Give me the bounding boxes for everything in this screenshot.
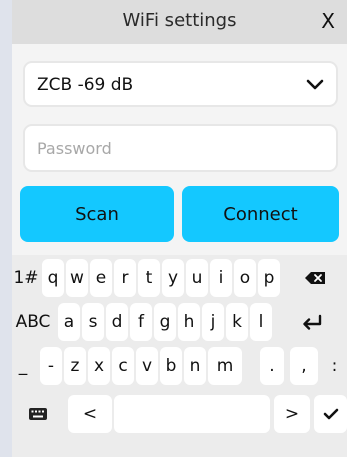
key-abc[interactable]: ABC [12,303,54,341]
key-i[interactable]: i [210,259,232,297]
key-d[interactable]: d [106,303,128,341]
key-h[interactable]: h [178,303,200,341]
key-p[interactable]: p [258,259,280,297]
key-f[interactable]: f [130,303,152,341]
on-screen-keyboard: 1# q w e r t y u i o p ABC a s d f g h j… [12,255,347,457]
key-left[interactable]: < [68,395,112,433]
wifi-settings-panel: WiFi settings X ZCB -69 dB Scan Connect … [12,0,347,457]
key-underscore[interactable]: _ [12,347,34,385]
page-title: WiFi settings [122,10,237,31]
key-symbols[interactable]: 1# [12,259,40,297]
key-c[interactable]: c [112,347,134,385]
backspace-key[interactable] [282,259,347,297]
key-space[interactable] [114,395,270,433]
key-o[interactable]: o [234,259,256,297]
password-field[interactable] [23,124,338,172]
key-colon[interactable]: : [322,347,347,385]
keyboard-toggle-key[interactable] [12,395,64,433]
chevron-down-icon [306,77,324,91]
scan-button[interactable]: Scan [20,186,174,242]
key-w[interactable]: w [66,259,88,297]
key-e[interactable]: e [90,259,112,297]
backspace-icon [304,271,326,285]
key-r[interactable]: r [114,259,136,297]
checkmark-icon [323,408,339,420]
key-b[interactable]: b [160,347,182,385]
key-period[interactable]: . [260,347,284,385]
key-x[interactable]: x [88,347,110,385]
key-u[interactable]: u [186,259,208,297]
enter-icon [301,314,323,330]
key-n[interactable]: n [184,347,206,385]
connect-button[interactable]: Connect [182,186,339,242]
ok-key[interactable] [314,395,347,433]
key-l[interactable]: l [250,303,272,341]
key-s[interactable]: s [82,303,104,341]
key-k[interactable]: k [226,303,248,341]
network-dropdown[interactable]: ZCB -69 dB [23,61,338,107]
key-g[interactable]: g [154,303,176,341]
key-right[interactable]: > [274,395,310,433]
keyboard-icon [28,407,48,421]
enter-key[interactable] [276,303,347,341]
network-selected-value: ZCB -69 dB [37,75,134,95]
key-m[interactable]: m [208,347,242,385]
key-y[interactable]: y [162,259,184,297]
key-t[interactable]: t [138,259,160,297]
key-hyphen[interactable]: - [40,347,62,385]
key-j[interactable]: j [202,303,224,341]
key-v[interactable]: v [136,347,158,385]
header-bar: WiFi settings X [12,0,347,44]
close-button[interactable]: X [321,9,335,33]
password-input[interactable] [35,138,319,159]
key-z[interactable]: z [64,347,86,385]
key-comma[interactable]: , [290,347,318,385]
key-a[interactable]: a [58,303,80,341]
key-q[interactable]: q [42,259,64,297]
